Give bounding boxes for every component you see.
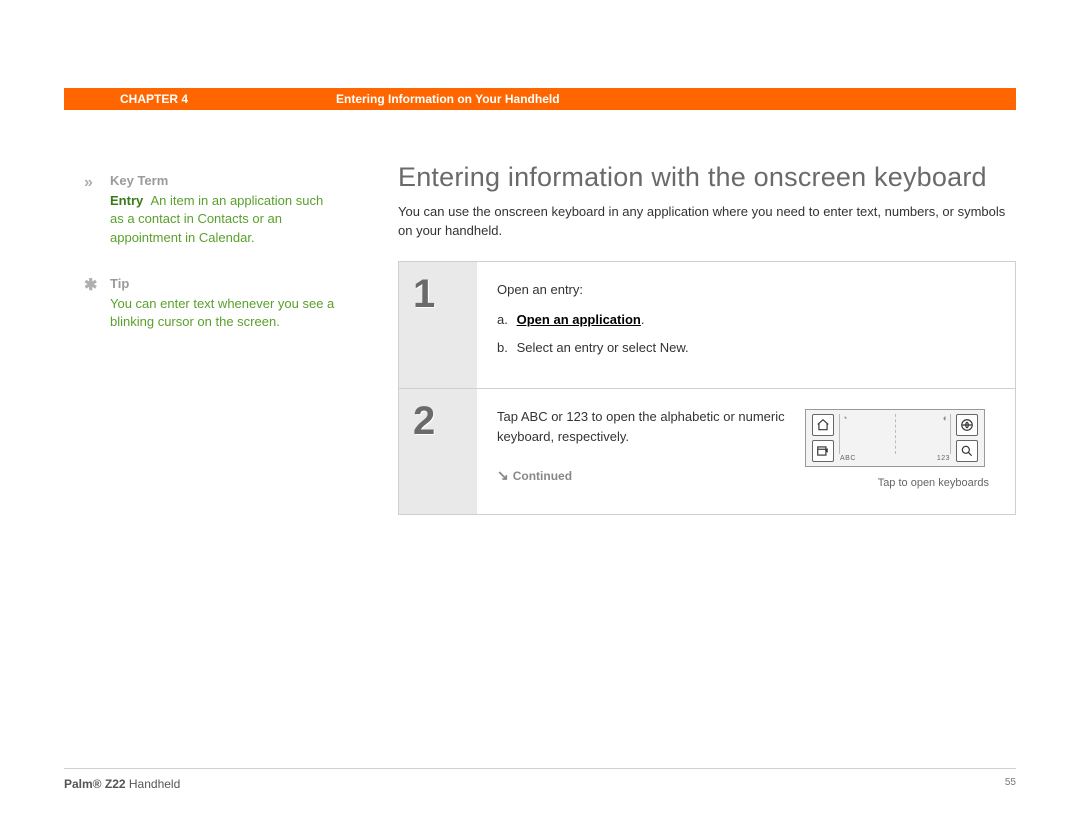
page-footer: Palm® Z22 Handheld 55 xyxy=(64,768,1016,791)
contrast-dot-icon: ◐ xyxy=(943,412,948,426)
footer-brand-rest: Handheld xyxy=(126,777,181,791)
open-application-link[interactable]: Open an application xyxy=(517,312,641,327)
key-term-body: Entry An item in an application such as … xyxy=(110,192,340,247)
chapter-label: CHAPTER 4 xyxy=(120,92,188,106)
123-label: 123 xyxy=(937,454,950,465)
find-icon xyxy=(956,414,978,436)
search-icon xyxy=(956,440,978,462)
graffiti-top-icons: ◔◐ xyxy=(842,412,948,426)
graffiti-figure: ◔◐ ABC 123 xyxy=(805,407,995,492)
key-term-block: » Key Term Entry An item in an applicati… xyxy=(110,172,340,247)
footer-brand-bold: Palm® Z22 xyxy=(64,777,126,791)
step-body: Open an entry: a. Open an application. b… xyxy=(477,262,1015,388)
step-lead: Open an entry: xyxy=(497,280,995,300)
sidebar: » Key Term Entry An item in an applicati… xyxy=(110,172,340,359)
abc-label: ABC xyxy=(840,454,856,465)
continued-arrow-icon: ↘ xyxy=(497,467,509,483)
step-number: 2 xyxy=(399,389,477,514)
chapter-header-bar: CHAPTER 4 Entering Information on Your H… xyxy=(64,88,1016,110)
graffiti-area: ◔◐ ABC 123 xyxy=(805,409,985,467)
step-1: 1 Open an entry: a. Open an application.… xyxy=(399,262,1015,389)
graffiti-right-buttons xyxy=(953,412,981,464)
chapter-title: Entering Information on Your Handheld xyxy=(336,92,560,106)
tip-block: ✱ Tip You can enter text whenever you se… xyxy=(110,275,340,332)
graffiti-caption: Tap to open keyboards xyxy=(805,475,995,492)
key-term-icon: » xyxy=(84,172,93,194)
intro-paragraph: You can use the onscreen keyboard in any… xyxy=(398,203,1016,241)
step-2-text: Tap ABC or 123 to open the alphabetic or… xyxy=(497,407,793,447)
substeps: a. Open an application. b. Select an ent… xyxy=(497,310,995,358)
key-term-term: Entry xyxy=(110,193,143,208)
key-term-head: Key Term xyxy=(110,172,340,190)
steps-container: 1 Open an entry: a. Open an application.… xyxy=(398,261,1016,515)
continued-label: Continued xyxy=(513,469,572,483)
page-heading: Entering information with the onscreen k… xyxy=(398,162,1016,193)
home-icon xyxy=(812,414,834,436)
page-number: 55 xyxy=(1005,777,1016,791)
step-2: 2 Tap ABC or 123 to open the alphabetic … xyxy=(399,389,1015,514)
step-number: 1 xyxy=(399,262,477,388)
substep-b: b. Select an entry or select New. xyxy=(497,338,995,358)
step-body: Tap ABC or 123 to open the alphabetic or… xyxy=(477,389,1015,514)
step-2-text-col: Tap ABC or 123 to open the alphabetic or… xyxy=(497,407,805,492)
tip-text: You can enter text whenever you see a bl… xyxy=(110,295,340,331)
substep-letter: a. xyxy=(497,310,513,330)
substep-b-text: Select an entry or select New. xyxy=(517,340,689,355)
substep-letter: b. xyxy=(497,338,513,358)
clock-dot-icon: ◔ xyxy=(842,412,847,426)
graffiti-left-buttons xyxy=(809,412,837,464)
tip-head: Tip xyxy=(110,275,340,293)
substep-a-dot: . xyxy=(641,312,645,327)
menu-icon xyxy=(812,440,834,462)
footer-brand: Palm® Z22 Handheld xyxy=(64,777,180,791)
continued-indicator: ↘ Continued xyxy=(497,465,793,487)
main-content: Entering information with the onscreen k… xyxy=(398,162,1016,515)
substep-a: a. Open an application. xyxy=(497,310,995,330)
tip-icon: ✱ xyxy=(84,275,97,297)
